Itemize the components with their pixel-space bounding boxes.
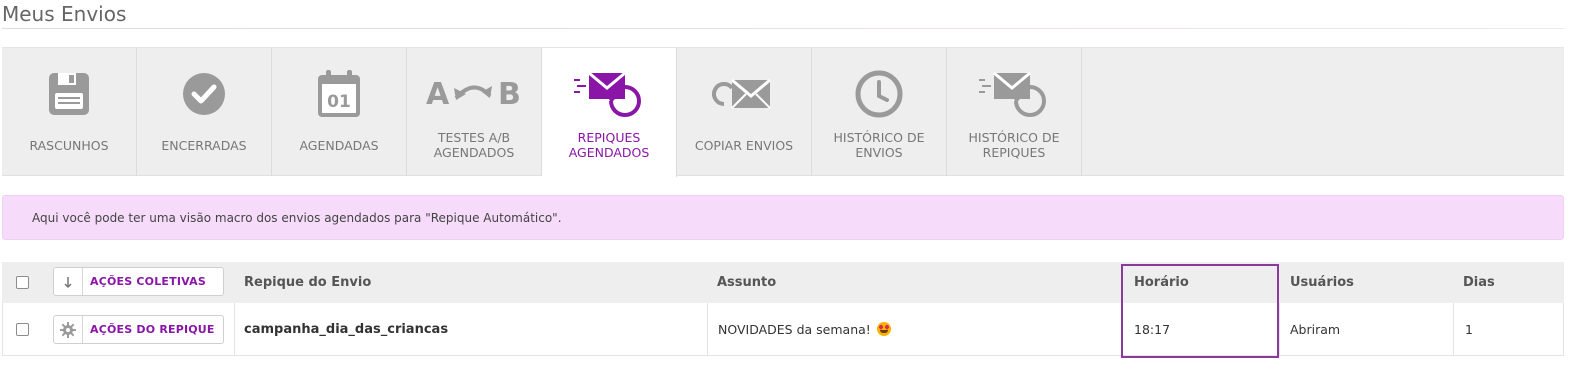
info-text: Aqui você pode ter uma visão macro dos e… [32, 211, 562, 225]
tab-historico-repiques[interactable]: HISTÓRICO DE REPIQUES [947, 48, 1082, 176]
calendar-icon: 01 [272, 66, 406, 122]
tab-label-line1: TESTES A/B [437, 130, 511, 145]
row-actions-label: AÇÕES DO REPIQUE [90, 323, 215, 336]
row-actions-button[interactable]: AÇÕES DO REPIQUE [53, 315, 224, 344]
bulk-actions-label: AÇÕES COLETIVAS [90, 275, 206, 288]
tab-label: COPIAR ENVIOS [694, 138, 794, 153]
table-header: AÇÕES COLETIVAS Repique do Envio Assunto… [2, 262, 1564, 303]
tab-label: ENCERRADAS [161, 138, 247, 153]
cell-usuarios: Abriram [1290, 321, 1341, 337]
gear-icon [54, 316, 83, 343]
col-dias[interactable]: Dias [1463, 262, 1495, 303]
ab-test-icon: A B [407, 66, 541, 122]
cell-assunto-text: NOVIDADES da semana! [718, 321, 871, 337]
scheduled-resend-icon [542, 66, 676, 122]
copy-envelope-icon [677, 66, 811, 122]
tab-testes-ab[interactable]: A B TESTES A/B AGENDADOS [407, 48, 542, 176]
tab-label-line2: ENVIOS [855, 145, 903, 160]
cell-dias: 1 [1465, 321, 1473, 337]
tab-label-line1: REPIQUES [577, 130, 641, 145]
col-horario[interactable]: Horário [1134, 262, 1189, 303]
tab-copiar-envios[interactable]: COPIAR ENVIOS [677, 48, 812, 176]
floppy-icon [2, 66, 136, 122]
tab-repiques-agendados[interactable]: REPIQUES AGENDADOS [542, 48, 677, 177]
tab-encerradas[interactable]: ENCERRADAS [137, 48, 272, 176]
tab-label-line2: REPIQUES [982, 145, 1046, 160]
ab-letter-a: A [426, 77, 450, 112]
tab-historico-envios[interactable]: HISTÓRICO DE ENVIOS [812, 48, 947, 176]
repiques-table: AÇÕES COLETIVAS Repique do Envio Assunto… [2, 262, 1564, 356]
calendar-day-text: 01 [327, 92, 351, 112]
title-divider [2, 28, 1564, 29]
info-banner: Aqui você pode ter uma visão macro dos e… [2, 195, 1564, 240]
select-all-checkbox[interactable] [16, 276, 29, 289]
tab-label-line2: AGENDADOS [433, 145, 515, 160]
resend-history-icon [947, 66, 1081, 122]
clock-icon [812, 66, 946, 122]
tab-label-line1: HISTÓRICO DE [968, 130, 1060, 145]
check-circle-icon [137, 66, 271, 122]
col-usuarios[interactable]: Usuários [1290, 262, 1354, 303]
cell-repique: campanha_dia_das_criancas [244, 321, 449, 337]
cell-assunto: NOVIDADES da semana! [718, 303, 891, 355]
tab-label: AGENDADAS [299, 138, 379, 153]
heart-eyes-emoji-icon [876, 322, 891, 336]
select-all-cell [16, 262, 29, 303]
tab-agendadas[interactable]: 01 AGENDADAS [272, 48, 407, 176]
table-row: AÇÕES DO REPIQUE campanha_dia_das_crianc… [2, 303, 1564, 356]
bulk-actions-button[interactable]: AÇÕES COLETIVAS [53, 267, 224, 296]
tabs-bar: RASCUNHOS ENCERRADAS 01 AGENDADAS A B TE… [2, 47, 1564, 177]
row-select-cell [16, 303, 29, 355]
sort-arrow-icon [54, 268, 83, 295]
ab-letter-b: B [498, 77, 521, 112]
col-repique[interactable]: Repique do Envio [244, 262, 371, 303]
col-assunto[interactable]: Assunto [717, 262, 776, 303]
tab-label: RASCUNHOS [29, 138, 109, 153]
tab-label-line2: AGENDADOS [568, 145, 650, 160]
page-title: Meus Envios [2, 2, 127, 26]
cell-horario: 18:17 [1134, 321, 1171, 337]
tab-label-line1: HISTÓRICO DE [833, 130, 925, 145]
tab-rascunhos[interactable]: RASCUNHOS [2, 48, 137, 176]
row-checkbox[interactable] [16, 322, 29, 336]
